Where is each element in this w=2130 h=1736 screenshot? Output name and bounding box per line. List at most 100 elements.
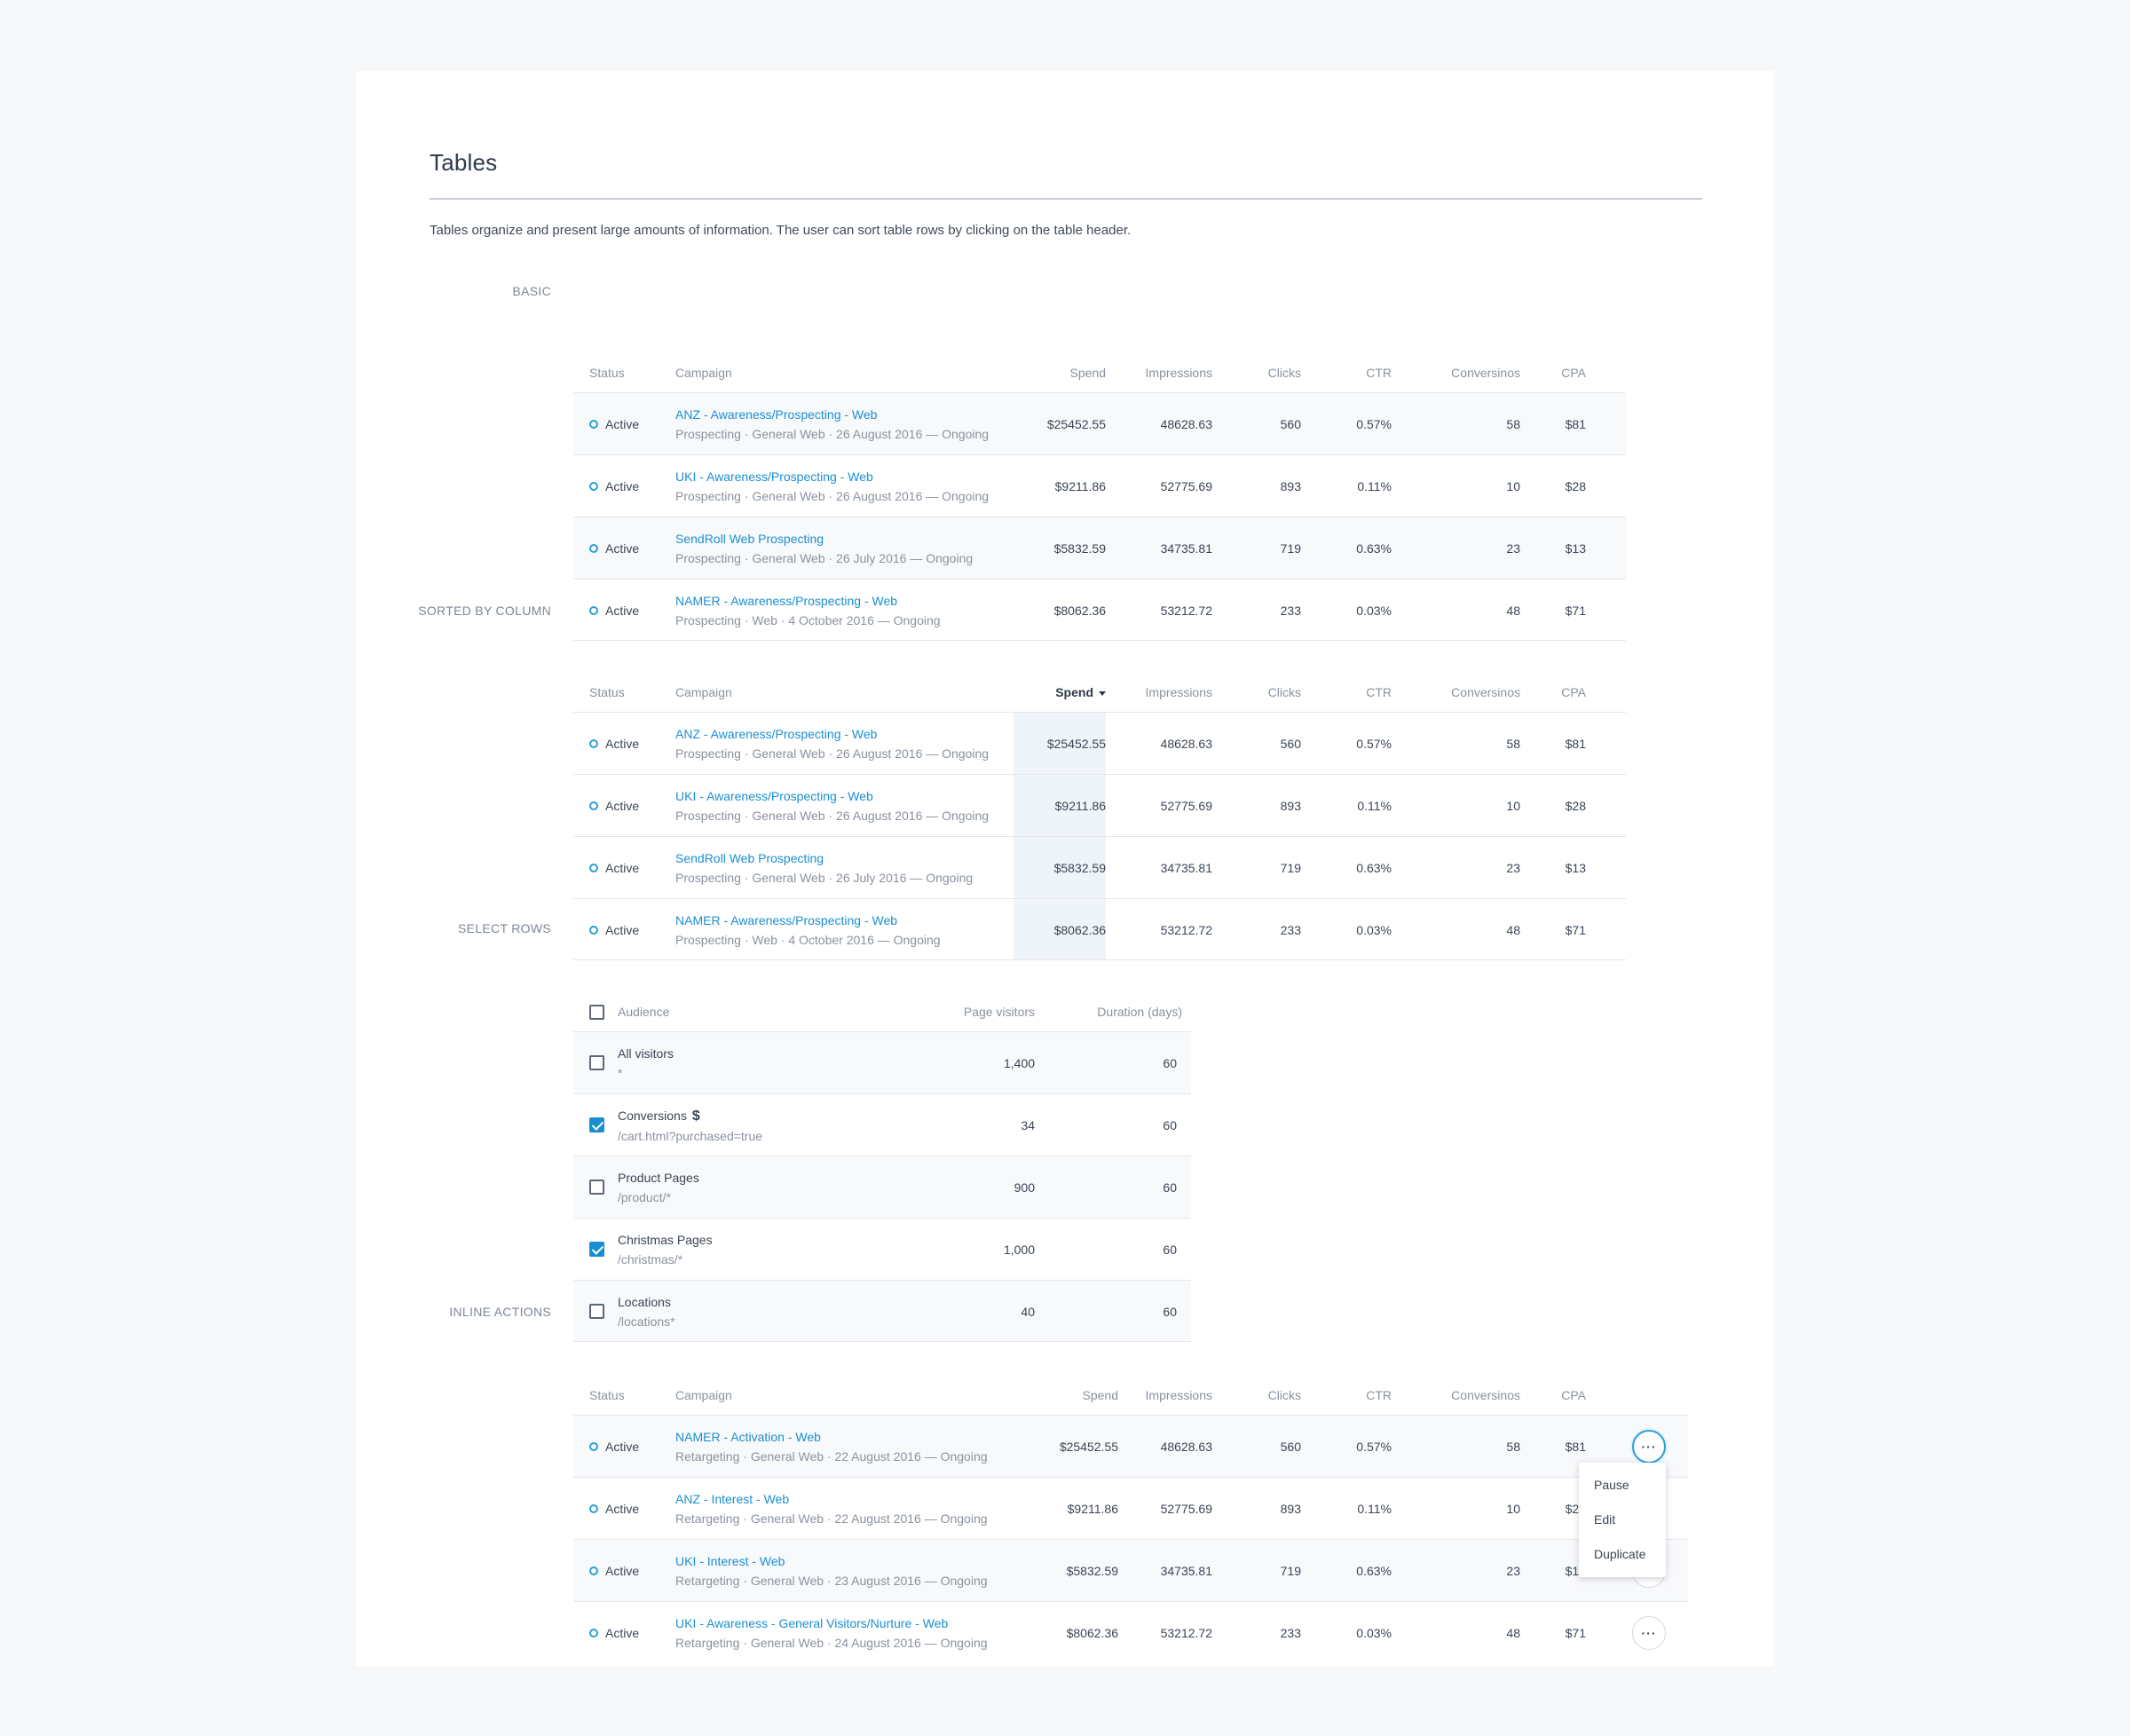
campaign-link[interactable]: ANZ - Awareness/Prospecting - Web [675, 405, 877, 424]
column-header-spend[interactable]: Spend [1022, 673, 1106, 712]
column-header-impressions[interactable]: Impressions [1124, 1376, 1212, 1415]
select-all-checkbox[interactable] [589, 1005, 604, 1020]
campaign-cell: UKI - Awareness/Prospecting - Web Prospec… [675, 455, 995, 517]
column-header-impressions[interactable]: Impressions [1124, 673, 1212, 712]
menu-item-duplicate[interactable]: Duplicate [1579, 1537, 1666, 1572]
column-header-campaign[interactable]: Campaign [675, 673, 995, 712]
column-header-label: CTR [1366, 685, 1392, 699]
column-header-cpa[interactable]: CPA [1536, 673, 1586, 712]
conversions-cell: 10 [1506, 799, 1520, 813]
column-header-spend[interactable]: Spend [1022, 353, 1106, 392]
more-actions-button[interactable]: ··· [1632, 1616, 1666, 1650]
column-header-spend[interactable]: Spend [1035, 1376, 1118, 1415]
table-row: Active ANZ - Interest - Web Retargeting · … [573, 1477, 1688, 1539]
column-header-page-visitors[interactable]: Page visitors [911, 992, 1035, 1031]
table-row: Conversions $ /cart.html?purchased=true 34 6… [573, 1093, 1191, 1156]
column-header-clicks[interactable]: Clicks [1230, 673, 1301, 712]
campaign-meta: Prospecting · General Web · 26 August 20… [675, 746, 990, 761]
status-cell: Active [589, 837, 651, 899]
status-ring-icon [589, 1442, 598, 1451]
column-header-status[interactable]: Status [589, 673, 651, 712]
status-ring-icon [589, 544, 598, 553]
column-header-audience[interactable]: Audience [618, 992, 795, 1031]
campaign-cell: SendRoll Web Prospecting Prospecting · Ge… [675, 517, 995, 580]
column-header-label: Clicks [1267, 685, 1301, 699]
column-header-label: Impressions [1145, 1388, 1212, 1402]
campaign-link[interactable]: NAMER - Awareness/Prospecting - Web [675, 911, 897, 930]
sorted-table: Status Campaign Spend Impressions Clicks CTR C… [573, 673, 1626, 960]
column-header-label: Conversinos [1451, 685, 1520, 699]
campaign-link[interactable]: NAMER - Activation - Web [675, 1427, 821, 1447]
campaign-link[interactable]: UKI - Awareness - General Visitors/Nurtu… [675, 1614, 948, 1633]
status-cell: Active [589, 1602, 651, 1664]
table-row: Active SendRoll Web Prospecting Prospectin… [573, 836, 1626, 898]
spend-cell: $5832.59 [1066, 1564, 1118, 1578]
campaign-meta: Prospecting · General Web · 26 July 2016… [675, 551, 974, 565]
conversions-cell: 10 [1506, 1502, 1520, 1516]
row-checkbox[interactable] [589, 1242, 604, 1257]
column-header-campaign[interactable]: Campaign [675, 353, 995, 392]
column-header-status[interactable]: Status [589, 1376, 651, 1415]
campaign-link[interactable]: UKI - Interest - Web [675, 1551, 785, 1571]
page-visitors-cell: 1,000 [1003, 1243, 1035, 1257]
column-header-label: CTR [1366, 1388, 1392, 1402]
column-header-ctr[interactable]: CTR [1319, 1376, 1392, 1415]
campaign-link[interactable]: ANZ - Awareness/Prospecting - Web [675, 724, 877, 744]
ctr-cell: 0.03% [1356, 923, 1392, 937]
column-header-duration[interactable]: Duration (days) [1053, 992, 1182, 1031]
more-actions-button[interactable]: ··· [1632, 1430, 1666, 1464]
audience-name: Locations [618, 1292, 671, 1312]
table-row: Active NAMER - Awareness/Prospecting - We… [573, 898, 1626, 960]
campaign-link[interactable]: UKI - Awareness/Prospecting - Web [675, 786, 873, 806]
column-header-impressions[interactable]: Impressions [1124, 353, 1212, 392]
campaign-meta: Prospecting · General Web · 26 August 20… [675, 489, 990, 503]
table-header: Status Campaign Spend Impressions Clicks CTR C… [573, 353, 1626, 392]
section-label-inline: INLINE ACTIONS [449, 1305, 551, 1319]
campaign-link[interactable]: SendRoll Web Prospecting [675, 529, 824, 548]
column-header-clicks[interactable]: Clicks [1230, 353, 1301, 392]
column-header-label: Spend [1082, 1388, 1118, 1402]
campaign-cell: ANZ - Awareness/Prospecting - Web Prospec… [675, 713, 995, 775]
campaign-meta: Retargeting · General Web · 23 August 20… [675, 1574, 988, 1588]
column-header-conversions[interactable]: Conversinos [1412, 353, 1520, 392]
row-checkbox[interactable] [589, 1304, 604, 1319]
campaign-link[interactable]: NAMER - Awareness/Prospecting - Web [675, 591, 897, 611]
column-header-clicks[interactable]: Clicks [1230, 1376, 1301, 1415]
inline-actions-table: Status Campaign Spend Impressions Clicks CTR C… [573, 1376, 1688, 1663]
column-header-conversions[interactable]: Conversinos [1412, 1376, 1520, 1415]
table-row: Active UKI - Awareness - General Visitors… [573, 1601, 1688, 1663]
row-checkbox[interactable] [589, 1055, 604, 1070]
spend-cell: $5832.59 [1053, 541, 1106, 556]
clicks-cell: 233 [1280, 1626, 1301, 1640]
menu-item-pause[interactable]: Pause [1579, 1468, 1666, 1503]
status-text: Active [605, 1564, 640, 1578]
status-text: Active [605, 1440, 640, 1454]
status-text: Active [605, 1626, 640, 1640]
column-header-conversions[interactable]: Conversinos [1412, 673, 1520, 712]
content-card: Tables Tables organize and present large… [356, 71, 1774, 1666]
ctr-cell: 0.11% [1357, 1502, 1392, 1516]
campaign-link[interactable]: UKI - Awareness/Prospecting - Web [675, 467, 873, 486]
menu-item-edit[interactable]: Edit [1579, 1503, 1666, 1537]
column-header-status[interactable]: Status [589, 353, 651, 392]
campaign-link[interactable]: ANZ - Interest - Web [675, 1489, 789, 1509]
column-header-ctr[interactable]: CTR [1319, 673, 1392, 712]
conversions-cell: 10 [1506, 479, 1520, 493]
row-checkbox[interactable] [589, 1117, 604, 1132]
column-header-cpa[interactable]: CPA [1536, 353, 1586, 392]
ctr-cell: 0.03% [1356, 604, 1392, 618]
column-header-campaign[interactable]: Campaign [675, 1376, 995, 1415]
table-row: All visitors * 1,400 60 [573, 1031, 1191, 1093]
intro-text: Tables organize and present large amount… [430, 223, 1132, 238]
title-divider [430, 198, 1702, 200]
audience-cell: Conversions $ /cart.html?purchased=true [618, 1094, 902, 1156]
column-header-label: Impressions [1145, 685, 1212, 699]
column-header-cpa[interactable]: CPA [1536, 1376, 1586, 1415]
campaign-link[interactable]: SendRoll Web Prospecting [675, 848, 824, 868]
clicks-cell: 233 [1280, 923, 1301, 937]
status-cell: Active [589, 393, 651, 455]
column-header-ctr[interactable]: CTR [1319, 353, 1392, 392]
ctr-cell: 0.11% [1357, 799, 1392, 813]
conversions-cell: 48 [1506, 923, 1520, 937]
row-checkbox[interactable] [589, 1180, 604, 1195]
